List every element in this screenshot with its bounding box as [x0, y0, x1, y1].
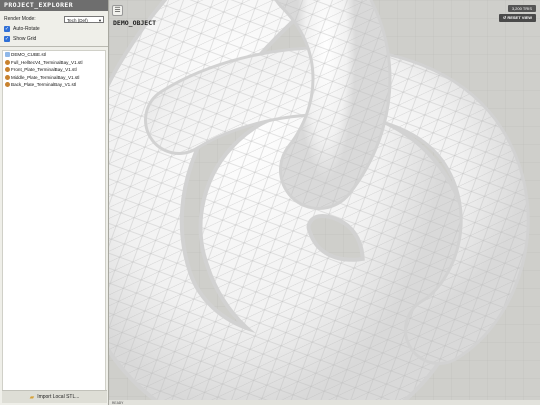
file-name: Front_Plate_TerminalBay_V1.stl — [11, 67, 77, 72]
stl-file-icon — [5, 82, 10, 88]
stl-file-icon — [5, 67, 10, 73]
list-item[interactable]: Front_Plate_TerminalBay_V1.stl — [3, 66, 105, 74]
knot-model[interactable] — [109, 0, 540, 400]
import-label: Import Local STL... — [37, 394, 80, 400]
render-mode-value: Tech (Def) — [67, 17, 88, 23]
auto-rotate-checkbox[interactable]: ✓ — [4, 26, 10, 32]
stl-file-icon — [5, 74, 10, 80]
folder-icon: ▰ — [29, 394, 35, 401]
chevron-down-icon: ▼ — [98, 17, 102, 23]
3d-viewport[interactable]: ☰ DEMO_OBJECT 3,200 TRIS ↺ RESET VIEW — [109, 0, 540, 400]
auto-rotate-row[interactable]: ✓ Auto-Rotate — [4, 24, 105, 34]
list-item[interactable]: Full_HelltecV4_TerminalBay_V1.stl — [3, 59, 105, 67]
cube-file-icon — [5, 52, 10, 58]
file-name: Back_Plate_TerminalBay_V1.stl — [11, 82, 77, 87]
reset-view-button[interactable]: ↺ RESET VIEW — [498, 14, 536, 22]
stl-file-icon — [5, 59, 10, 65]
show-grid-label: Show Grid — [13, 36, 37, 42]
show-grid-row[interactable]: ✓ Show Grid — [4, 34, 105, 44]
triangle-count-badge: 3,200 TRIS — [507, 5, 536, 12]
list-item[interactable]: Middle_Plate_TerminalBay_V1.stl — [3, 74, 105, 82]
render-mode-select[interactable]: Tech (Def) ▼ — [64, 15, 104, 23]
status-bar: READY — [109, 400, 540, 405]
list-item[interactable]: DEMO_CUBE.stl — [3, 51, 105, 59]
show-grid-checkbox[interactable]: ✓ — [4, 36, 10, 42]
import-stl-button[interactable]: ▰ Import Local STL... — [2, 390, 107, 403]
file-list: DEMO_CUBE.stl Full_HelltecV4_TerminalBay… — [2, 50, 106, 394]
project-explorer-panel: PROJECT_EXPLORER Render Mode: Tech (Def)… — [0, 0, 109, 405]
render-mode-label: Render Mode: — [4, 16, 36, 22]
auto-rotate-label: Auto-Rotate — [13, 26, 40, 32]
list-item[interactable]: Back_Plate_TerminalBay_V1.stl — [3, 81, 105, 89]
panel-title: PROJECT_EXPLORER — [0, 0, 108, 11]
file-name: DEMO_CUBE.stl — [11, 52, 46, 57]
file-name: Middle_Plate_TerminalBay_V1.stl — [11, 74, 80, 80]
render-controls: Render Mode: Tech (Def) ▼ ✓ Auto-Rotate … — [0, 11, 108, 47]
object-label: DEMO_OBJECT — [113, 19, 157, 27]
file-name: Full_HelltecV4_TerminalBay_V1.stl — [11, 59, 83, 65]
render-mode-row: Render Mode: Tech (Def) ▼ — [4, 14, 105, 24]
menu-icon[interactable]: ☰ — [112, 5, 123, 16]
